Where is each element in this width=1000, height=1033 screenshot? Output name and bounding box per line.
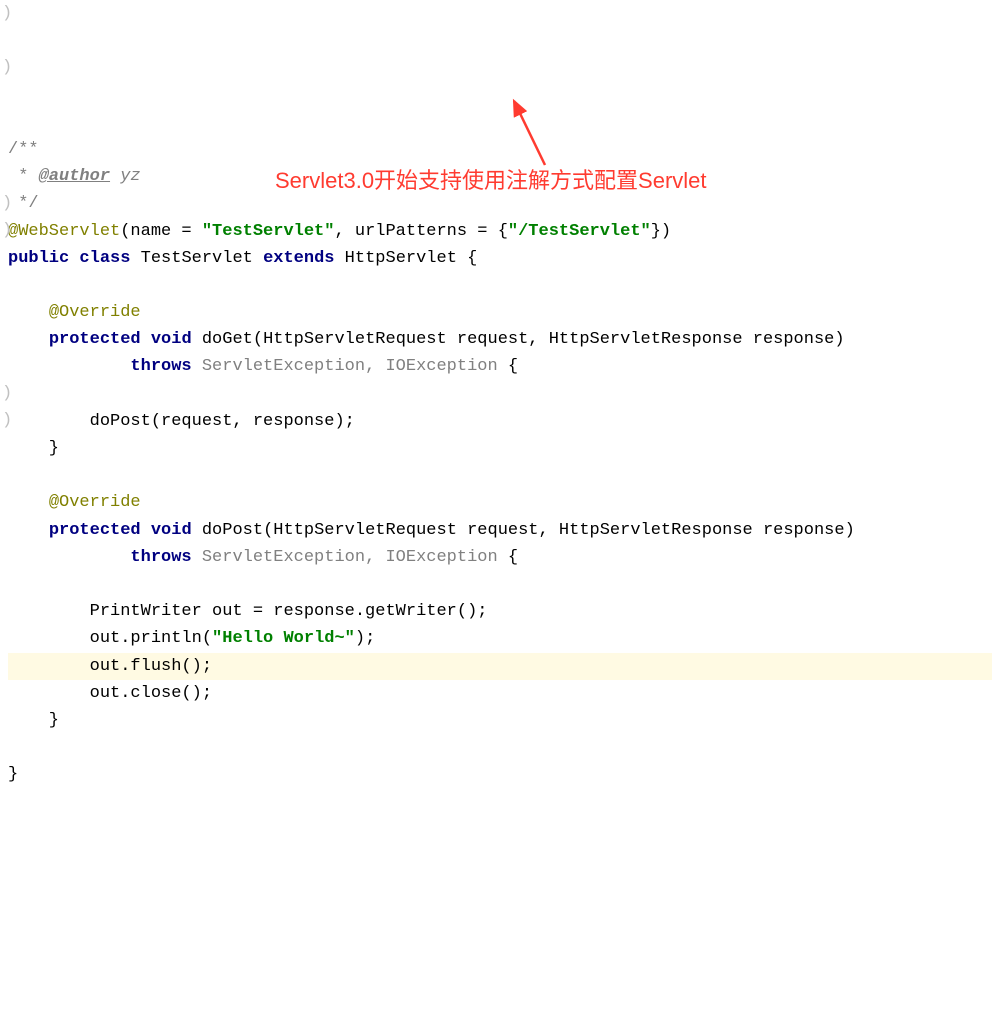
method-dopost: doPost(HttpServletRequest request, HttpS…	[192, 521, 855, 540]
method-body: out.flush();	[8, 657, 212, 676]
keyword-public: public	[8, 249, 69, 268]
webservlet-annotation: @WebServlet	[8, 222, 120, 241]
keyword-class: class	[79, 249, 130, 268]
code-editor[interactable]: ) /** * @author yz ) */ @WebServlet(name …	[0, 109, 1000, 789]
brace: {	[498, 357, 518, 376]
method-body: doPost(request, response);	[8, 412, 355, 431]
gutter-collapse-mark: )	[2, 380, 12, 407]
code-text: );	[355, 629, 375, 648]
override-annotation: @Override	[49, 493, 141, 512]
keyword-void: void	[151, 330, 192, 349]
keyword-throws: throws	[130, 548, 191, 567]
code-text: , urlPatterns = {	[334, 222, 507, 241]
code-text: })	[651, 222, 671, 241]
keyword-void: void	[151, 521, 192, 540]
method-body: out.close();	[8, 684, 212, 703]
method-body: PrintWriter out = response.getWriter();	[8, 602, 487, 621]
gutter-collapse-mark: )	[2, 0, 12, 27]
gutter-collapse-mark: )	[2, 54, 12, 81]
gutter-collapse-mark: )	[2, 217, 12, 244]
method-body: out.println(	[8, 629, 212, 648]
close-brace: }	[8, 711, 59, 730]
gutter-collapse-mark: )	[2, 407, 12, 434]
keyword-protected: protected	[49, 521, 141, 540]
method-doget: doGet(HttpServletRequest request, HttpSe…	[192, 330, 845, 349]
exception-types: ServletException, IOException	[192, 548, 498, 567]
override-annotation: @Override	[49, 303, 141, 322]
parent-class: HttpServlet {	[334, 249, 477, 268]
annotation-callout: Servlet3.0开始支持使用注解方式配置Servlet	[275, 163, 707, 198]
keyword-extends: extends	[263, 249, 334, 268]
brace: {	[498, 548, 518, 567]
close-brace: }	[8, 765, 18, 784]
doc-comment-close: */	[8, 194, 39, 213]
doc-author-name: yz	[110, 167, 141, 186]
doc-comment-star: *	[8, 167, 39, 186]
string-literal: "/TestServlet"	[508, 222, 651, 241]
highlighted-line: out.flush();	[8, 653, 992, 680]
code-text: (name =	[120, 222, 202, 241]
close-brace: }	[8, 439, 59, 458]
keyword-protected: protected	[49, 330, 141, 349]
string-literal: "Hello World~"	[212, 629, 355, 648]
gutter-collapse-mark: )	[2, 190, 12, 217]
string-literal: "TestServlet"	[202, 222, 335, 241]
class-name: TestServlet	[130, 249, 263, 268]
doc-author-tag: @author	[39, 167, 110, 186]
keyword-throws: throws	[130, 357, 191, 376]
exception-types: ServletException, IOException	[192, 357, 498, 376]
doc-comment-open: /**	[8, 140, 39, 159]
